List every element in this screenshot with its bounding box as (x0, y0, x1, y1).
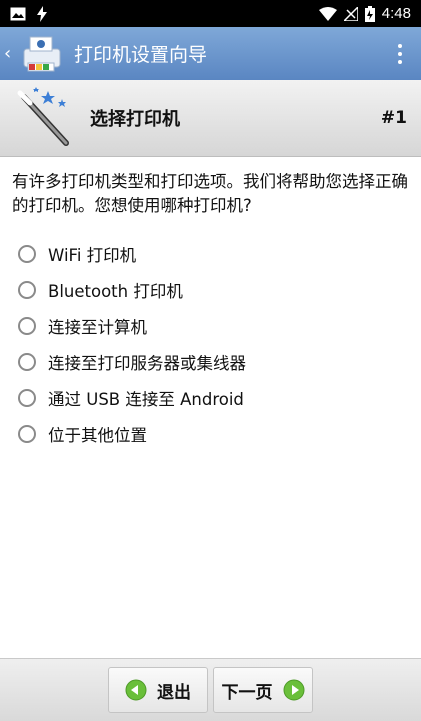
battery-icon (364, 5, 375, 22)
printer-type-options: WiFi 打印机 Bluetooth 打印机 连接至计算机 连接至打印服务器或集… (18, 236, 408, 452)
radio-button[interactable] (18, 353, 36, 371)
option-other-location[interactable]: 位于其他位置 (18, 416, 408, 452)
option-label: WiFi 打印机 (48, 246, 137, 265)
flash-icon (37, 5, 47, 22)
step-number: #1 (380, 108, 407, 128)
radio-button[interactable] (18, 281, 36, 299)
option-wifi-printer[interactable]: WiFi 打印机 (18, 236, 408, 272)
option-label: Bluetooth 打印机 (48, 282, 183, 301)
next-label: 下一页 (221, 682, 273, 703)
option-print-server[interactable]: 连接至打印服务器或集线器 (18, 344, 408, 380)
option-label: 连接至计算机 (48, 318, 147, 337)
no-sim-icon (343, 6, 358, 21)
bottom-navigation-bar: 退出 下一页 (0, 658, 421, 721)
step-title: 选择打印机 (90, 109, 180, 130)
wifi-icon (318, 6, 337, 21)
option-bluetooth-printer[interactable]: Bluetooth 打印机 (18, 272, 408, 308)
app-bar: ‹ 打印机设置向导 (0, 27, 421, 80)
status-time: 4:48 (381, 5, 411, 22)
magic-wand-icon (17, 87, 69, 146)
image-icon (10, 7, 26, 20)
radio-button[interactable] (18, 389, 36, 407)
overflow-menu-icon[interactable] (385, 34, 415, 74)
option-usb-android[interactable]: 通过 USB 连接至 Android (18, 380, 408, 416)
printer-logo-icon[interactable] (18, 33, 64, 75)
radio-button[interactable] (18, 425, 36, 443)
radio-button[interactable] (18, 245, 36, 263)
question-text: 有许多打印机类型和打印选项。我们将帮助您选择正确的打印机。您想使用哪种打印机? (12, 172, 408, 215)
option-label: 连接至打印服务器或集线器 (48, 354, 246, 373)
option-label: 通过 USB 连接至 Android (48, 390, 244, 409)
option-connected-computer[interactable]: 连接至计算机 (18, 308, 408, 344)
radio-button[interactable] (18, 317, 36, 335)
option-label: 位于其他位置 (48, 426, 147, 445)
exit-label: 退出 (157, 682, 191, 703)
next-page-button[interactable]: 下一页 (213, 667, 313, 713)
back-icon[interactable]: ‹ (4, 43, 16, 64)
app-title: 打印机设置向导 (74, 44, 208, 66)
arrow-left-icon (125, 679, 147, 701)
status-bar: 4:48 (0, 0, 421, 27)
step-header: 选择打印机 #1 (0, 80, 421, 157)
exit-button[interactable]: 退出 (108, 667, 208, 713)
arrow-right-icon (283, 679, 304, 701)
